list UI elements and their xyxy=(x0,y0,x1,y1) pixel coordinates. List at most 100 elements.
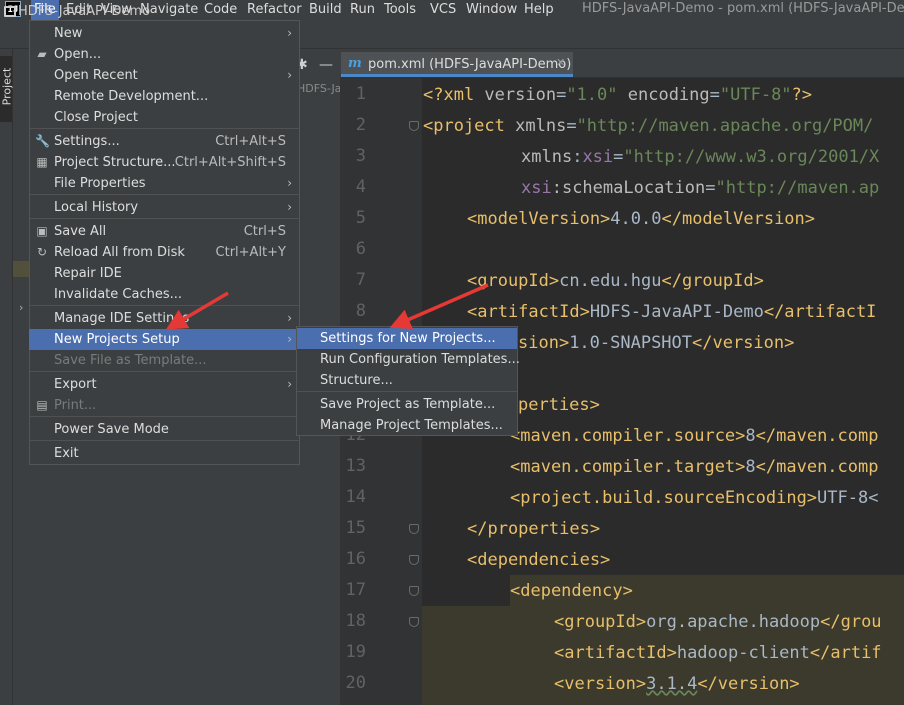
file-menu-item-remote-development[interactable]: Remote Development... xyxy=(29,86,298,107)
file-menu-item-project-structure[interactable]: ▦ Project Structure... Ctrl+Alt+Shift+S xyxy=(29,152,298,173)
submenu-item-settings-for-new-projects[interactable]: Settings for New Projects... xyxy=(297,328,517,349)
line-number: 17 xyxy=(345,580,366,600)
menu-item-shortcut: Ctrl+Alt+S xyxy=(215,134,286,149)
menu-item-label: Print... xyxy=(54,398,97,413)
line-number: 4 xyxy=(355,177,366,197)
menu-build[interactable]: Build xyxy=(306,0,345,20)
file-menu-item-exit[interactable]: Exit xyxy=(29,443,298,464)
menu-item-shortcut: Ctrl+Alt+Shift+S xyxy=(174,155,286,170)
code-line: xmlns:xsi="http://www.w3.org/2001/X xyxy=(521,147,880,167)
menu-item-label: Structure... xyxy=(320,373,393,388)
menu-tools[interactable]: Tools xyxy=(381,0,419,20)
menu-item-label: New xyxy=(54,26,83,41)
fold-icon[interactable] xyxy=(409,524,419,534)
menu-item-shortcut: Ctrl+S xyxy=(243,224,286,239)
file-menu-item-power-save-mode[interactable]: Power Save Mode xyxy=(29,419,298,440)
menu-code[interactable]: Code xyxy=(201,0,240,20)
editor-tab-label: pom.xml (HDFS-JavaAPI-Demo) xyxy=(368,57,572,72)
maven-icon: m xyxy=(348,56,362,71)
chevron-right-icon[interactable]: › xyxy=(19,301,23,314)
menu-item-label: File Properties xyxy=(54,176,146,191)
file-menu-item-new-projects-setup[interactable]: New Projects Setup › xyxy=(29,329,298,350)
line-number: 8 xyxy=(355,301,366,321)
fold-icon[interactable] xyxy=(409,121,419,131)
file-menu-item-save-file-as-template[interactable]: Save File as Template... xyxy=(29,350,298,371)
minimize-icon[interactable]: — xyxy=(319,57,333,73)
code-line: <maven.compiler.source>8</maven.comp xyxy=(510,426,879,446)
line-number: 7 xyxy=(355,270,366,290)
chevron-right-icon: › xyxy=(287,311,292,325)
menu-vcs[interactable]: VCS xyxy=(427,0,459,20)
menu-item-label: Save All xyxy=(54,224,107,239)
file-menu-item-new[interactable]: New › xyxy=(29,23,298,44)
fold-icon[interactable] xyxy=(409,555,419,565)
menu-item-label: Exit xyxy=(54,446,79,461)
menu-item-label: Save File as Template... xyxy=(54,353,207,368)
file-menu-item-print[interactable]: ▤ Print... xyxy=(29,395,298,416)
code-line: </properties> xyxy=(467,519,601,539)
fold-icon[interactable] xyxy=(409,617,419,627)
menu-item-label: New Projects Setup xyxy=(54,332,180,347)
code-line: <artifactId>hadoop-client</artif xyxy=(554,643,882,663)
menu-separator xyxy=(297,391,517,392)
chevron-right-icon: › xyxy=(287,332,292,346)
project-structure-icon: ▦ xyxy=(36,155,48,169)
save-icon: ▣ xyxy=(36,224,48,238)
menu-separator xyxy=(30,128,299,129)
menu-item-shortcut: Ctrl+Alt+Y xyxy=(215,245,286,260)
close-icon[interactable]: ✕ xyxy=(556,56,565,69)
menu-window[interactable]: Window xyxy=(463,0,520,20)
fold-icon[interactable] xyxy=(409,586,419,596)
menu-separator xyxy=(30,305,299,306)
code-line: <dependency> xyxy=(510,581,633,601)
line-number: 1 xyxy=(355,84,366,104)
reload-icon: ↻ xyxy=(36,245,48,259)
menu-refactor[interactable]: Refactor xyxy=(244,0,305,20)
file-menu-item-manage-ide-settings[interactable]: Manage IDE Settings › xyxy=(29,308,298,329)
file-menu-item-save-all[interactable]: ▣ Save All Ctrl+S xyxy=(29,221,298,242)
line-number: 19 xyxy=(345,642,366,662)
chevron-right-icon: › xyxy=(287,377,292,391)
file-menu-item-reload-all-from-disk[interactable]: ↻ Reload All from Disk Ctrl+Alt+Y xyxy=(29,242,298,263)
submenu-item-run-configuration-templates[interactable]: Run Configuration Templates... xyxy=(297,349,520,370)
file-menu-item-file-properties[interactable]: File Properties › xyxy=(29,173,298,194)
submenu-item-manage-project-templates[interactable]: Manage Project Templates... xyxy=(297,415,517,436)
menu-run[interactable]: Run xyxy=(347,0,378,20)
code-line: <modelVersion>4.0.0</modelVersion> xyxy=(467,209,816,229)
code-line: <project.build.sourceEncoding>UTF-8< xyxy=(510,488,879,508)
menu-item-label: Local History xyxy=(54,200,139,215)
code-line: sion>1.0-SNAPSHOT</version> xyxy=(518,333,795,353)
line-number: 16 xyxy=(345,549,366,569)
breadcrumb-project[interactable]: HDFS-JavaAPI-Demo xyxy=(18,4,150,19)
file-menu-item-invalidate-caches[interactable]: Invalidate Caches... xyxy=(29,284,298,305)
file-menu-item-local-history[interactable]: Local History › xyxy=(29,197,298,218)
file-menu-item-repair-ide[interactable]: Repair IDE xyxy=(29,263,298,284)
submenu-item-save-project-as-template[interactable]: Save Project as Template... xyxy=(297,394,517,415)
line-number: 2 xyxy=(355,115,366,135)
submenu-item-structure[interactable]: Structure... xyxy=(297,370,517,391)
file-menu-item-open[interactable]: ▰ Open... xyxy=(29,44,298,65)
code-line: <version>3.1.4</version> xyxy=(554,674,800,694)
line-number: 3 xyxy=(355,146,366,166)
line-number: 15 xyxy=(345,518,366,538)
file-menu-item-export[interactable]: Export › xyxy=(29,374,298,395)
code-line: <dependencies> xyxy=(467,550,611,570)
menu-separator xyxy=(30,440,299,441)
line-number: 13 xyxy=(345,456,366,476)
chevron-right-icon: › xyxy=(287,26,292,40)
project-folder-icon xyxy=(4,6,16,17)
menu-item-label: Reload All from Disk xyxy=(54,245,185,260)
menu-item-label: Close Project xyxy=(54,110,139,125)
menu-item-label: Invalidate Caches... xyxy=(54,287,183,302)
code-line: <project xmlns="http://maven.apache.org/… xyxy=(423,116,874,136)
code-line: xsi:schemaLocation="http://maven.ap xyxy=(521,178,880,198)
chevron-right-icon: › xyxy=(287,200,292,214)
file-menu-item-close-project[interactable]: Close Project xyxy=(29,107,298,128)
menu-item-label: Remote Development... xyxy=(54,89,209,104)
menu-item-label: Manage IDE Settings xyxy=(54,311,190,326)
menu-help[interactable]: Help xyxy=(521,0,557,20)
menu-item-label: Settings for New Projects... xyxy=(320,331,496,346)
file-menu-item-settings[interactable]: 🔧 Settings... Ctrl+Alt+S xyxy=(29,131,298,152)
file-menu-item-open-recent[interactable]: Open Recent › xyxy=(29,65,298,86)
code-line: <groupId>cn.edu.hgu</groupId> xyxy=(467,271,764,291)
